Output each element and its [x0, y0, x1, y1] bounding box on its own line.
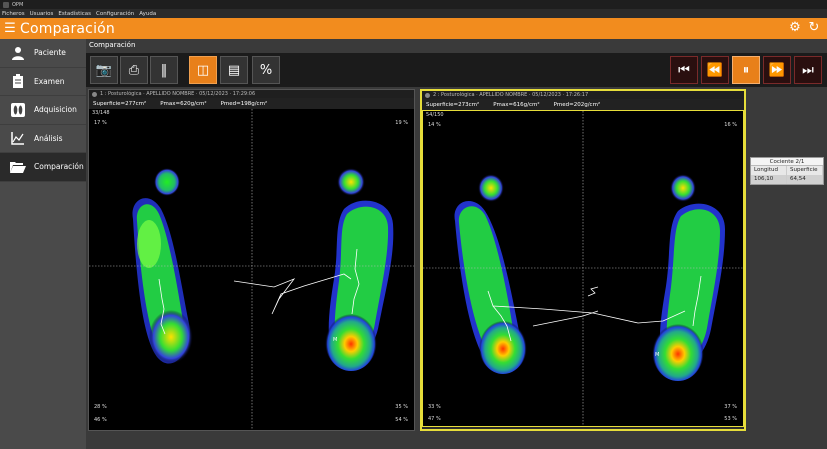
person-icon — [10, 45, 26, 61]
pressure-map[interactable]: M 33/148 17 % 19 % 28 % 35 % 46 % 54 % — [89, 109, 414, 430]
folder-open-icon — [10, 159, 26, 175]
app-icon — [3, 1, 9, 8]
first-frame-button[interactable]: ⏮ — [670, 56, 698, 84]
clipboard-icon — [10, 73, 26, 89]
side-total-right: 54 % — [395, 417, 408, 423]
comparison-panel-2[interactable]: 2 : Posturológica · APELLIDO NOMBRE · 05… — [420, 89, 746, 431]
svg-text:M: M — [333, 337, 337, 343]
step-forward-icon: ⏩ — [768, 62, 786, 78]
quadrant-top-left: 14 % — [428, 122, 441, 128]
ratio-header-superficie: Superficie — [787, 166, 823, 175]
sidebar-item-label: Análisis — [34, 133, 63, 143]
ratio-value-longitud: 106,10 — [751, 175, 787, 184]
feet-icon: ‖ — [160, 62, 168, 78]
sidebar-item-comparacion[interactable]: Comparación — [0, 153, 86, 182]
menu-estadisticas[interactable]: Estadísticas — [58, 11, 91, 17]
pmed-value: Pmed=202g/cm² — [553, 101, 601, 108]
menu-configuracion[interactable]: Configuración — [96, 11, 134, 17]
pause-icon: ⏸ — [742, 62, 750, 78]
chart-icon — [10, 130, 26, 146]
ratio-header-longitud: Longitud — [751, 166, 787, 175]
quadrant-bottom-right: 35 % — [395, 404, 408, 410]
ratio-value-superficie: 64,54 — [787, 175, 823, 184]
ratio-value-row: 106,10 64,54 — [751, 175, 823, 184]
quadrant-bottom-left: 33 % — [428, 404, 441, 410]
menu-ayuda[interactable]: Ayuda — [139, 11, 156, 17]
svg-text:M: M — [655, 352, 659, 358]
sidebar: Paciente Examen Adquisicion Análisis Com… — [0, 39, 86, 449]
gear-icon[interactable]: ⚙ — [788, 20, 802, 35]
open-exam-button[interactable]: 📷 — [90, 56, 118, 84]
quadrant-bottom-left: 28 % — [94, 404, 107, 410]
layout-horizontal-button[interactable]: ▤ — [220, 56, 248, 84]
frame-counter: 54/150 — [426, 112, 444, 118]
pmax-value: Pmax=616g/cm² — [493, 101, 540, 108]
next-frame-button[interactable]: ⏩ — [763, 56, 791, 84]
pressure-heatmap: M — [89, 109, 414, 430]
toolbar: 📷 ⎙ ‖ ◫ ▤ % ⏮ ⏪ ⏸ ⏩ ⏭ — [86, 53, 827, 87]
panel-title: 2 : Posturológica · APELLIDO NOMBRE · 05… — [433, 92, 589, 98]
screen-title: Comparación — [20, 20, 116, 37]
camera-folder-icon: 📷 — [95, 62, 113, 78]
side-total-left: 47 % — [428, 416, 441, 422]
previous-frame-button[interactable]: ⏪ — [701, 56, 729, 84]
sidebar-item-label: Examen — [34, 76, 65, 86]
sidebar-item-examen[interactable]: Examen — [0, 68, 86, 96]
printer-icon: ⎙ — [128, 62, 140, 78]
sidebar-item-label: Comparación — [34, 162, 84, 172]
panel-stats: Superficie=277cm² Pmax=620g/cm² Pmed=198… — [89, 98, 414, 109]
layout-vertical-button[interactable]: ◫ — [189, 56, 217, 84]
panel-titlebar: 1 : Posturológica · APELLIDO NOMBRE · 05… — [89, 90, 414, 98]
quadrant-bottom-right: 37 % — [724, 404, 737, 410]
quadrant-top-right: 19 % — [395, 120, 408, 126]
feet-view-button[interactable]: ‖ — [150, 56, 178, 84]
quadrant-top-left: 17 % — [94, 120, 107, 126]
last-frame-button[interactable]: ⏭ — [794, 56, 822, 84]
sidebar-item-label: Adquisicion — [34, 105, 77, 115]
ratio-table: Cociente 2/1 Longitud Superficie 106,10 … — [750, 157, 824, 185]
menubar: Ficheros Usuarios Estadísticas Configura… — [0, 9, 827, 18]
pmed-value: Pmed=198g/cm² — [220, 100, 268, 107]
window-title: OPM — [12, 1, 24, 8]
superficie-value: Superficie=277cm² — [93, 100, 147, 107]
pressure-map[interactable]: M 54/150 14 % 16 % 33 % 37 % 47 % 53 % — [422, 110, 744, 427]
sidebar-item-label: Paciente — [34, 48, 66, 58]
sidebar-item-paciente[interactable]: Paciente — [0, 39, 86, 68]
print-button[interactable]: ⎙ — [120, 56, 148, 84]
quadrant-top-right: 16 % — [724, 122, 737, 128]
panel-icon — [92, 91, 97, 97]
split-vertical-icon: ◫ — [196, 62, 210, 78]
step-back-icon: ⏪ — [706, 62, 724, 78]
pmax-value: Pmax=620g/cm² — [160, 100, 207, 107]
panel-icon — [425, 92, 430, 98]
frame-counter: 33/148 — [92, 110, 110, 116]
refresh-icon[interactable]: ↻ — [807, 20, 821, 35]
panel-stats: Superficie=273cm² Pmax=616g/cm² Pmed=202… — [422, 99, 744, 110]
pressure-heatmap: M — [423, 111, 743, 426]
ratio-button[interactable]: % — [252, 56, 280, 84]
app-header: ☰ Comparación ⚙ ↻ — [0, 18, 827, 39]
pause-button[interactable]: ⏸ — [732, 56, 760, 84]
skip-back-icon: ⏮ — [678, 62, 690, 78]
sidebar-item-adquisicion[interactable]: Adquisicion — [0, 96, 86, 125]
skip-forward-icon: ⏭ — [802, 62, 814, 78]
side-total-right: 53 % — [724, 416, 737, 422]
side-total-left: 46 % — [94, 417, 107, 423]
panel-title: 1 : Posturológica · APELLIDO NOMBRE · 05… — [100, 91, 256, 97]
footprints-icon — [10, 102, 26, 118]
ratio-header-row: Longitud Superficie — [751, 166, 823, 175]
superficie-value: Superficie=273cm² — [426, 101, 480, 108]
menu-ficheros[interactable]: Ficheros — [2, 11, 25, 17]
breadcrumb: Comparación — [86, 39, 750, 53]
menu-usuarios[interactable]: Usuarios — [30, 11, 54, 17]
sidebar-item-analisis[interactable]: Análisis — [0, 125, 86, 153]
percent-icon: % — [259, 62, 273, 78]
split-horizontal-icon: ▤ — [227, 62, 241, 78]
comparison-panel-1[interactable]: 1 : Posturológica · APELLIDO NOMBRE · 05… — [88, 89, 415, 431]
hamburger-menu-icon[interactable]: ☰ — [2, 18, 18, 39]
ratio-title: Cociente 2/1 — [751, 158, 823, 166]
panel-titlebar: 2 : Posturológica · APELLIDO NOMBRE · 05… — [422, 91, 744, 99]
window-titlebar: OPM — [0, 0, 827, 9]
